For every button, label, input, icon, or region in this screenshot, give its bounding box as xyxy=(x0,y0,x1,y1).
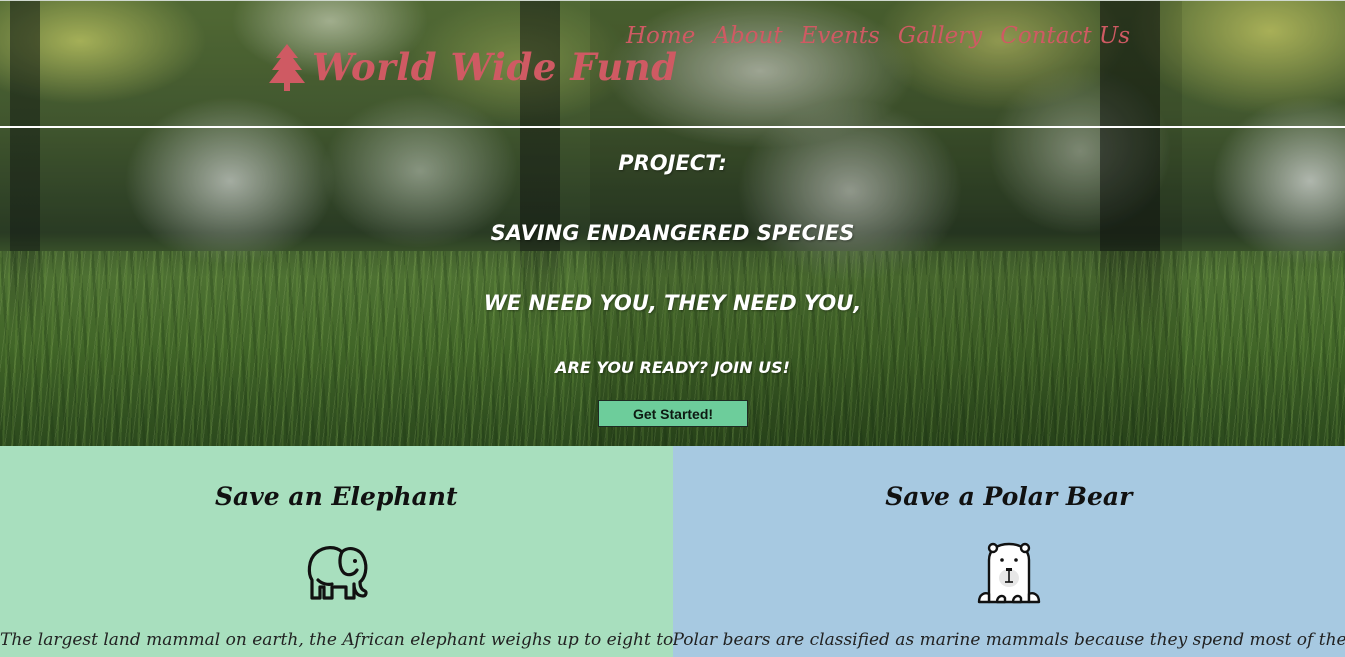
polar-bear-card-title: Save a Polar Bear xyxy=(885,482,1133,511)
hero-join-us-text: ARE YOU READY? JOIN US! xyxy=(555,358,790,377)
nav-about[interactable]: About xyxy=(713,23,782,49)
polar-bear-card: Save a Polar Bear Polar bears are classi… xyxy=(672,446,1345,657)
nav-gallery[interactable]: Gallery xyxy=(898,23,982,49)
hero-saving-heading: SAVING ENDANGERED SPECIES xyxy=(490,221,855,245)
site-header: World Wide Fund Home About Events Galler… xyxy=(0,1,1345,128)
brand[interactable]: World Wide Fund xyxy=(268,37,678,97)
elephant-icon xyxy=(308,546,368,600)
nav-events[interactable]: Events xyxy=(801,23,880,49)
hero-section: World Wide Fund Home About Events Galler… xyxy=(0,0,1345,446)
brand-name: World Wide Fund xyxy=(312,45,678,89)
nav-contact-us[interactable]: Contact Us xyxy=(1000,23,1130,49)
pine-tree-icon xyxy=(269,44,305,91)
elephant-card-text: The largest land mammal on earth, the Af… xyxy=(0,630,673,650)
polar-bear-icon xyxy=(977,542,1040,604)
hero-project-heading: PROJECT: xyxy=(618,151,727,175)
species-cards: Save an Elephant The largest land mammal… xyxy=(0,446,1345,657)
nav-home[interactable]: Home xyxy=(626,23,695,49)
hero-we-need-you-heading: WE NEED YOU, THEY NEED YOU, xyxy=(483,291,862,315)
elephant-card: Save an Elephant The largest land mammal… xyxy=(0,446,673,657)
main-nav: Home About Events Gallery Contact Us xyxy=(626,23,1130,49)
get-started-button[interactable]: Get Started! xyxy=(598,400,748,427)
polar-bear-card-text: Polar bears are classified as marine mam… xyxy=(672,630,1345,650)
elephant-card-title: Save an Elephant xyxy=(214,482,458,511)
